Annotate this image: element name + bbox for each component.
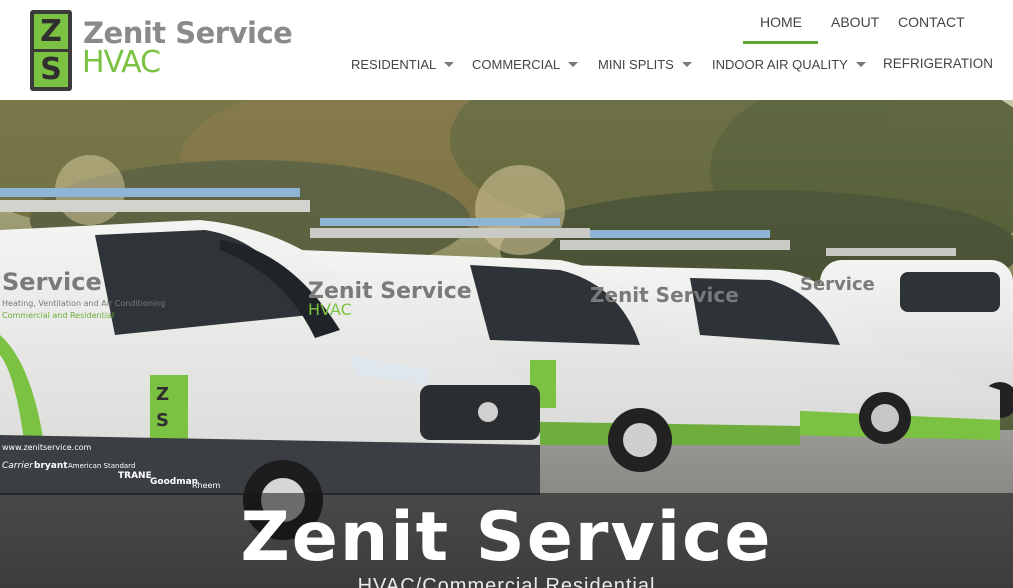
menu-refrigeration[interactable]: REFRIGERATION	[883, 56, 993, 71]
van-partner-4: TRANE	[118, 471, 152, 481]
nav-about[interactable]: ABOUT	[831, 14, 879, 30]
menu-commercial[interactable]: COMMERCIAL	[472, 57, 579, 72]
van-brand-far: Service	[800, 274, 875, 295]
caret-down-icon	[444, 62, 455, 68]
van-tagline2-front: Commercial and Residential	[2, 311, 114, 320]
nav-home[interactable]: HOME	[760, 14, 802, 30]
hero-banner: Service Heating, Ventilation and Air Con…	[0, 100, 1013, 588]
van-brand-front: Service	[2, 268, 102, 296]
van-partner-5: Goodman	[150, 477, 198, 487]
van-partner-6: Rheem	[192, 481, 220, 490]
caret-down-icon	[855, 62, 866, 68]
caret-down-icon	[681, 62, 692, 68]
menu-mini-splits-label: MINI SPLITS	[598, 57, 674, 72]
menu-commercial-label: COMMERCIAL	[472, 57, 561, 72]
van-website: www.zenitservice.com	[2, 443, 91, 452]
van-partner-2: bryant	[34, 461, 68, 471]
menu-indoor-air-quality-label: INDOOR AIR QUALITY	[712, 57, 848, 72]
nav-contact[interactable]: CONTACT	[898, 14, 965, 30]
caret-down-icon	[568, 62, 579, 68]
van-partner-3: American Standard	[68, 462, 135, 470]
active-nav-indicator	[743, 41, 818, 44]
logo-badge: Z S	[30, 10, 72, 91]
menu-indoor-air-quality[interactable]: INDOOR AIR QUALITY	[712, 57, 866, 72]
logo-badge-z: Z	[34, 14, 68, 49]
van-hvac-second: HVAC	[308, 300, 352, 319]
van-zs-front: Z	[156, 384, 169, 405]
van-zs-front-s: S	[156, 410, 169, 431]
site-logo[interactable]: Z S Zenit Service HVAC	[30, 10, 293, 92]
menu-refrigeration-label: REFRIGERATION	[883, 56, 994, 71]
logo-hvac: HVAC	[82, 45, 161, 80]
van-brand-third: Zenit Service	[590, 283, 739, 307]
hero-subtitle: HVAC/Commercial Residential	[357, 575, 656, 588]
site-header: Z S Zenit Service HVAC HOME ABOUT CONTAC…	[0, 0, 1013, 100]
logo-badge-s: S	[34, 52, 68, 87]
hero-title: Zenit Service	[240, 498, 773, 577]
menu-mini-splits[interactable]: MINI SPLITS	[598, 57, 692, 72]
menu-residential[interactable]: RESIDENTIAL	[351, 57, 455, 72]
van-tagline-front: Heating, Ventilation and Air Conditionin…	[2, 299, 165, 308]
menu-residential-label: RESIDENTIAL	[351, 57, 437, 72]
van-partner-1: Carrier	[2, 461, 34, 471]
